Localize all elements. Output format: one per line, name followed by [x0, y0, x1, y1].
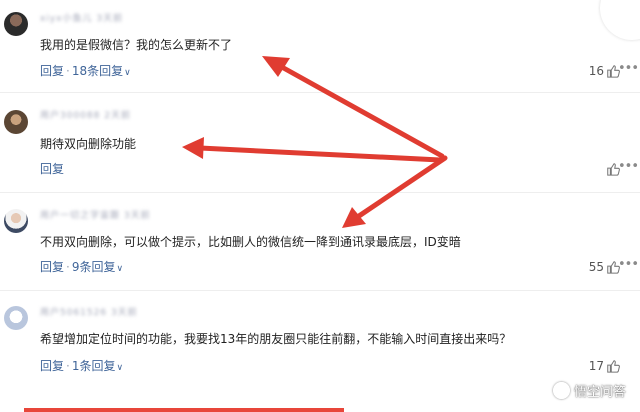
avatar[interactable] — [4, 306, 28, 330]
comment-text: 期待双向删除功能 — [40, 137, 137, 151]
arrowhead-3 — [342, 207, 366, 228]
corner-badge — [600, 0, 640, 40]
highlight-strip — [24, 408, 344, 412]
view-replies-button[interactable]: 1条回复∨ — [72, 358, 123, 376]
comment-actions: 回复 — [40, 161, 64, 177]
comment-text: 我用的是假微信？我的怎么更新不了 — [40, 38, 233, 52]
replies-count: 1条回复 — [71, 359, 116, 373]
arrowhead-1 — [262, 56, 290, 77]
view-replies-button[interactable]: 18条回复∨ — [72, 63, 131, 81]
separator-dot: · — [66, 359, 70, 373]
username[interactable]: 用户一切之字宙跟 3天前 — [40, 211, 151, 221]
username[interactable]: xiyx小鱼儿 3天前 — [40, 14, 123, 24]
divider — [0, 290, 640, 291]
more-options-icon[interactable]: ••• — [618, 257, 639, 273]
like-count: 16 — [588, 64, 604, 78]
wukong-logo-icon — [552, 382, 570, 399]
divider — [0, 192, 640, 193]
separator-dot: · — [66, 260, 70, 274]
chevron-down-icon: ∨ — [116, 363, 124, 373]
divider — [0, 92, 640, 93]
watermark-text: 悟空问答 — [573, 385, 626, 400]
thumbs-up-icon[interactable] — [606, 359, 620, 373]
chevron-down-icon: ∨ — [116, 264, 124, 274]
reply-button[interactable]: 回复 — [40, 259, 64, 275]
avatar[interactable] — [4, 110, 28, 134]
comment-actions: 回复 · 9条回复∨ — [40, 259, 123, 277]
comment-text: 希望增加定位时间的功能，我要找13年的朋友圈只能往前翻，不能输入时间直接出来吗？ — [40, 332, 512, 346]
arrowhead-2 — [182, 137, 204, 159]
view-replies-button[interactable]: 9条回复∨ — [72, 259, 123, 277]
username[interactable]: 用户5061526 3天前 — [40, 308, 138, 318]
replies-count: 18条回复 — [71, 64, 124, 78]
arrow-to-comment-1 — [277, 63, 445, 159]
more-options-icon[interactable]: ••• — [618, 159, 639, 175]
avatar[interactable] — [4, 12, 28, 36]
reply-button[interactable]: 回复 — [40, 63, 64, 79]
arrow-to-comment-2 — [197, 145, 443, 163]
chevron-down-icon: ∨ — [124, 68, 131, 78]
like-count: 17 — [588, 359, 604, 373]
username[interactable]: 用户300088 2天前 — [40, 111, 131, 121]
reply-button[interactable]: 回复 — [40, 358, 64, 374]
arrow-to-comment-3 — [353, 155, 448, 221]
replies-count: 9条回复 — [71, 260, 116, 274]
separator-dot: · — [66, 64, 70, 78]
avatar[interactable] — [4, 209, 28, 233]
comment-text: 不用双向删除，可以做个提示，比如删人的微信统一降到通讯录最底层，ID变暗 — [40, 235, 461, 249]
reply-button[interactable]: 回复 — [40, 161, 64, 177]
like-count: 55 — [588, 260, 604, 274]
annotation-arrows — [182, 56, 448, 228]
watermark: 悟空问答 — [552, 381, 626, 400]
more-options-icon[interactable]: ••• — [618, 61, 639, 77]
comment-actions: 回复 · 18条回复∨ — [40, 63, 131, 81]
comment-actions: 回复 · 1条回复∨ — [40, 358, 123, 376]
